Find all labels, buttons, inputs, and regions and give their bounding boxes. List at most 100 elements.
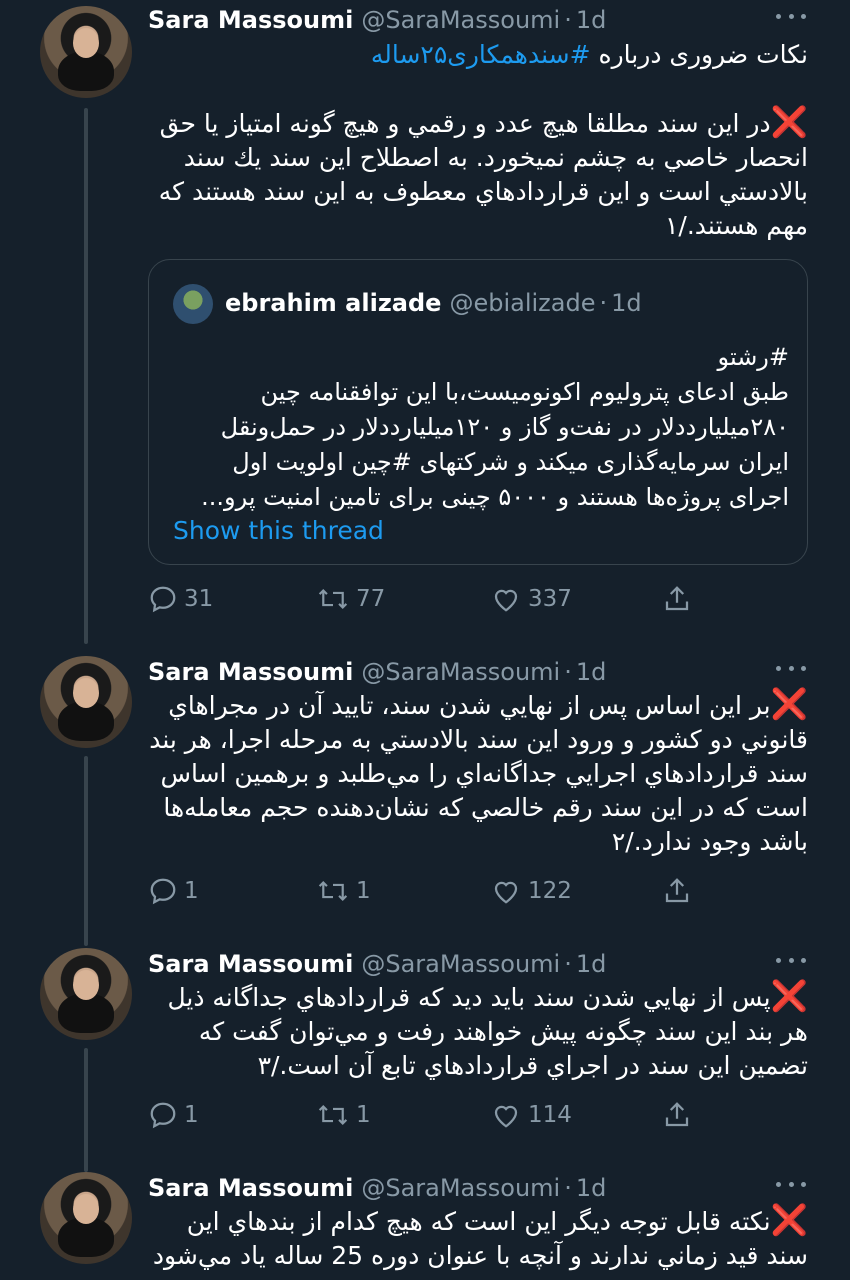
timestamp[interactable]: 1d: [576, 6, 607, 34]
quote-avatar[interactable]: [173, 284, 213, 324]
show-thread-link[interactable]: Show this thread: [173, 516, 384, 545]
reply-count: 31: [184, 586, 214, 612]
text-line: باشد وجود ندارد./۲: [611, 827, 808, 856]
separator: ·: [599, 289, 608, 317]
text-line: سند قراردادهاي اجرايي جداگانه‌اي را مي‌ط…: [160, 759, 808, 788]
quote-line: ایران سرمایه‌گذاری میکند و شرکتهای #چین …: [232, 448, 789, 476]
share-icon: [665, 878, 689, 903]
timestamp[interactable]: 1d: [576, 950, 607, 978]
author-name[interactable]: Sara Massoumi: [148, 658, 353, 686]
retweet-icon: [318, 1104, 348, 1126]
author-handle[interactable]: @SaraMassoumi: [361, 950, 560, 978]
heart-icon: [494, 881, 518, 904]
timestamp[interactable]: 1d: [576, 658, 607, 686]
retweet-count: 1: [356, 878, 371, 904]
author-handle[interactable]: @SaraMassoumi: [361, 1174, 560, 1202]
tweet-text: ❌نكته قابل توجه ديگر اين است كه هيچ كدام…: [148, 1204, 808, 1273]
text-line: ❌در اين سند مطلقا هيچ عدد و رقمي و هيچ گ…: [159, 105, 808, 140]
text-line: ❌نكته قابل توجه ديگر اين است كه هيچ كدام…: [186, 1203, 808, 1238]
separator: ·: [564, 1174, 572, 1202]
avatar[interactable]: [40, 656, 132, 748]
reply-count: 1: [184, 1102, 199, 1128]
like-count: 337: [528, 586, 572, 612]
tweet-actions: 1 1 114: [148, 1095, 708, 1135]
quoted-tweet[interactable]: ebrahim alizade @ebializade · 1d #رشتو ط…: [148, 259, 808, 565]
tweet-header: Sara Massoumi @SaraMassoumi · 1d: [148, 1172, 606, 1204]
retweet-button[interactable]: 1: [316, 871, 371, 911]
share-button[interactable]: [662, 1095, 698, 1135]
heart-icon: [494, 589, 518, 612]
separator: ·: [564, 950, 572, 978]
x-mark-icon: ❌: [770, 979, 808, 1014]
tweet-text: ❌بر اين اساس پس از نهايي شدن سند، تاييد …: [148, 688, 808, 859]
more-icon[interactable]: [776, 950, 806, 970]
reply-icon: [150, 878, 176, 905]
author-handle[interactable]: @SaraMassoumi: [361, 6, 560, 34]
quote-header: ebrahim alizade @ebializade · 1d: [225, 286, 642, 320]
retweet-count: 1: [356, 1102, 371, 1128]
like-button[interactable]: 114: [490, 1095, 572, 1135]
tweet-actions: 1 1 122: [148, 871, 708, 911]
text-line: نکات ضروری درباره #سندهمکاری۲۵ساله: [370, 40, 808, 69]
tweet[interactable]: Sara Massoumi @SaraMassoumi · 1d ❌بر اين…: [0, 652, 850, 946]
like-count: 122: [528, 878, 572, 904]
timestamp[interactable]: 1d: [576, 1174, 607, 1202]
more-icon[interactable]: [776, 6, 806, 26]
reply-button[interactable]: 1: [148, 871, 199, 911]
tweet[interactable]: Sara Massoumi @SaraMassoumi · 1d نکات ضر…: [0, 0, 850, 644]
reply-button[interactable]: 1: [148, 1095, 199, 1135]
tweet-header: Sara Massoumi @SaraMassoumi · 1d: [148, 948, 606, 980]
quote-timestamp[interactable]: 1d: [611, 289, 642, 317]
retweet-icon: [318, 880, 348, 902]
reply-count: 1: [184, 878, 199, 904]
author-handle[interactable]: @SaraMassoumi: [361, 658, 560, 686]
retweet-button[interactable]: 77: [316, 579, 385, 619]
x-mark-icon: ❌: [770, 687, 808, 722]
quote-line: ۲۸۰میلیارددلار در نفت‌و گاز و ۱۲۰میلیارد…: [220, 413, 789, 441]
share-icon: [665, 1102, 689, 1127]
share-button[interactable]: [662, 579, 698, 619]
text-line: ❌پس از نهايي شدن سند بايد ديد كه قرارداد…: [167, 979, 808, 1014]
quote-line: #رشتو: [717, 343, 789, 371]
tweet-header: Sara Massoumi @SaraMassoumi · 1d: [148, 656, 606, 688]
like-button[interactable]: 122: [490, 871, 572, 911]
reply-button[interactable]: 31: [148, 579, 213, 619]
x-mark-icon: ❌: [770, 1203, 808, 1238]
text-line: تضمين اين سند در اجراي قراردادهاي تابع آ…: [257, 1051, 808, 1080]
author-name[interactable]: Sara Massoumi: [148, 1174, 353, 1202]
hashtag-link[interactable]: #سندهمکاری۲۵ساله: [371, 40, 591, 69]
share-icon: [665, 586, 689, 611]
timeline: Sara Massoumi @SaraMassoumi · 1d نکات ضر…: [0, 0, 850, 1280]
like-count: 114: [528, 1102, 572, 1128]
thread-connector: [84, 756, 88, 946]
text-line: انحصار خاصي به چشم نميخورد. به اصطلاح اي…: [183, 143, 808, 172]
author-name[interactable]: Sara Massoumi: [148, 6, 353, 34]
heart-icon: [494, 1105, 518, 1128]
quote-author-name[interactable]: ebrahim alizade: [225, 289, 441, 317]
thread-connector: [84, 108, 88, 644]
x-mark-icon: ❌: [770, 105, 808, 140]
tweet[interactable]: Sara Massoumi @SaraMassoumi · 1d ❌پس از …: [0, 944, 850, 1172]
author-name[interactable]: Sara Massoumi: [148, 950, 353, 978]
text-line: سند قيد زماني ندارند و آنچه با عنوان دور…: [152, 1241, 808, 1270]
quote-line: طبق ادعای پترولیوم اکونومیست،با این تواف…: [260, 378, 789, 406]
tweet-header: Sara Massoumi @SaraMassoumi · 1d: [148, 4, 606, 36]
quote-author-handle[interactable]: @ebializade: [449, 289, 595, 317]
tweet-actions: 31 77 337: [148, 579, 708, 619]
share-button[interactable]: [662, 871, 698, 911]
more-icon[interactable]: [776, 658, 806, 678]
text-line: هر بند اين سند چگونه پيش خواهند رفت و مي…: [198, 1017, 808, 1046]
text-line: مهم هستند./۱: [664, 211, 808, 240]
avatar[interactable]: [40, 948, 132, 1040]
retweet-button[interactable]: 1: [316, 1095, 371, 1135]
quote-text: #رشتو طبق ادعای پترولیوم اکونومیست،با ای…: [171, 340, 789, 515]
avatar[interactable]: [40, 1172, 132, 1264]
avatar[interactable]: [40, 6, 132, 98]
tweet[interactable]: Sara Massoumi @SaraMassoumi · 1d ❌نكته ق…: [0, 1168, 850, 1280]
more-icon[interactable]: [776, 1174, 806, 1194]
tweet-text: ❌پس از نهايي شدن سند بايد ديد كه قرارداد…: [148, 980, 808, 1083]
text-line: ❌بر اين اساس پس از نهايي شدن سند، تاييد …: [168, 687, 808, 722]
like-button[interactable]: 337: [490, 579, 572, 619]
retweet-count: 77: [356, 586, 386, 612]
